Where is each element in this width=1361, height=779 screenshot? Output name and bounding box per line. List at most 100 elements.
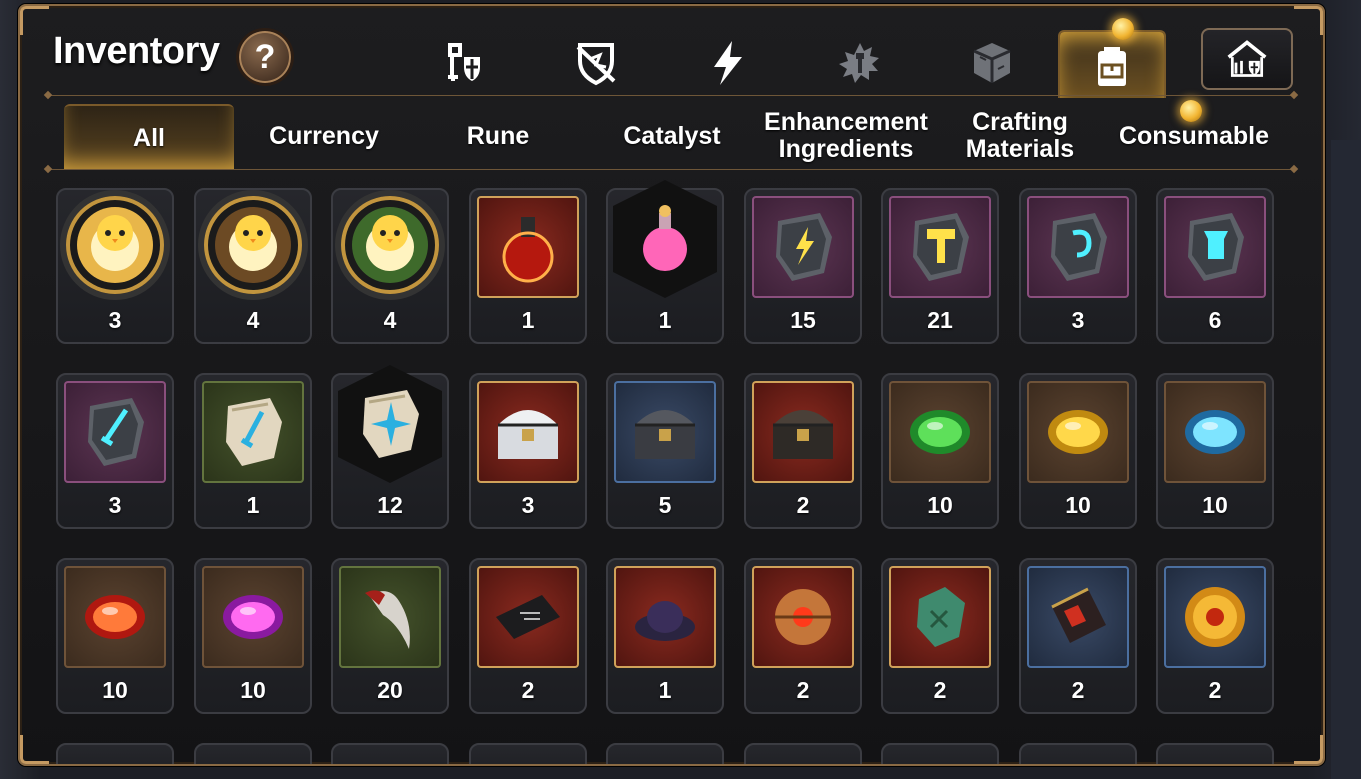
inventory-item-slot[interactable]: 3 [56,373,174,529]
lightning-rune-stone-icon [752,196,854,298]
hammer-rune-stone-icon [889,196,991,298]
tab-skills[interactable] [676,30,780,96]
item-count: 1 [521,307,535,333]
inventory-item-slot[interactable] [331,743,449,764]
blue-gem-icon [1164,381,1266,483]
guild-storage-button[interactable] [1201,28,1293,90]
item-count: 1 [658,307,672,333]
circuit-board-icon [1027,566,1129,668]
inventory-item-slot[interactable]: 4 [194,188,312,344]
inventory-item-slot[interactable]: 1 [606,180,724,344]
item-count: 2 [796,677,810,703]
tab-crafting-materials[interactable]: Crafting Materials [934,104,1106,168]
item-count: 3 [108,492,122,518]
inventory-item-slot[interactable]: 21 [881,188,999,344]
item-count: 3 [521,492,535,518]
inventory-item-slot[interactable]: 15 [744,188,862,344]
inventory-item-slot[interactable] [1156,743,1274,764]
item-count: 12 [377,492,403,518]
item-count: 10 [927,492,953,518]
help-button[interactable]: ? [236,28,294,86]
splash-emblem-icon [839,43,879,83]
backpack-icon [1098,47,1126,86]
item-count: 15 [790,307,816,333]
dark-chest-icon [614,381,716,483]
broken-shield-icon [576,43,616,86]
inventory-item-slot[interactable]: 2 [744,558,862,714]
inventory-item-slot[interactable]: 3 [1019,188,1137,344]
inventory-item-slot[interactable]: 2 [469,558,587,714]
yellow-gem-icon [1027,381,1129,483]
inventory-item-slot[interactable] [469,743,587,764]
frame-corner [1294,6,1323,35]
sword-rune-tablet-icon [202,381,304,483]
tab-knight-equipment[interactable] [412,30,516,96]
item-count: 1 [246,492,260,518]
inventory-item-slot[interactable] [744,743,862,764]
tab-currency[interactable]: Currency [238,104,410,168]
tab-emblems[interactable] [808,30,912,96]
item-count: 3 [108,307,122,333]
inventory-window: Inventory ? All Currency Rune Catalyst E… [18,4,1325,766]
inventory-item-slot[interactable]: 1 [194,373,312,529]
inventory-item-slot[interactable]: 6 [1156,188,1274,344]
inventory-item-slot[interactable]: 2 [1156,558,1274,714]
red-potion-icon [477,196,579,298]
silver-chest-icon [477,381,579,483]
inventory-item-slot[interactable]: 10 [56,558,174,714]
inventory-item-slot[interactable] [56,743,174,764]
page-title: Inventory [53,30,220,72]
background-panel-right [1331,140,1361,779]
inventory-item-slot[interactable]: 20 [331,558,449,714]
tab-rune[interactable]: Rune [412,104,584,168]
inventory-item-slot[interactable]: 2 [744,373,862,529]
inventory-item-slot[interactable]: 1 [469,188,587,344]
tab-inventory[interactable] [1058,30,1166,98]
tab-materials[interactable] [940,30,1044,96]
knight-shield-icon [448,43,480,81]
inventory-item-slot[interactable]: 2 [1019,558,1137,714]
inventory-item-slot[interactable]: 4 [331,188,449,344]
item-count: 2 [1208,677,1222,703]
inventory-item-slot[interactable] [194,743,312,764]
tab-enhancement-ingredients[interactable]: Enhancement Ingredients [760,104,932,168]
inventory-item-slot[interactable]: 10 [194,558,312,714]
item-count: 10 [240,677,266,703]
item-count: 2 [933,677,947,703]
item-count: 4 [246,307,260,333]
swirl-rune-stone-icon [1027,196,1129,298]
golden-chick-token-icon [66,196,164,294]
item-count: 3 [1071,307,1085,333]
header-divider [48,95,1294,96]
inventory-item-slot[interactable]: 5 [606,373,724,529]
inventory-item-slot[interactable]: 10 [1019,373,1137,529]
inventory-item-slot[interactable]: 2 [881,558,999,714]
tab-consumable[interactable]: Consumable [1108,104,1280,168]
tab-catalyst[interactable]: Catalyst [586,104,758,168]
inventory-item-slot[interactable]: 3 [56,188,174,344]
inventory-item-slot[interactable] [1019,743,1137,764]
item-count: 4 [383,307,397,333]
item-count: 10 [102,677,128,703]
treasure-chest-icon [752,381,854,483]
inventory-item-slot[interactable]: 10 [881,373,999,529]
inventory-item-slot[interactable]: 1 [606,558,724,714]
item-count: 10 [1065,492,1091,518]
tab-broken-gear[interactable] [544,30,648,96]
item-count: 10 [1202,492,1228,518]
item-count: 20 [377,677,403,703]
item-count: 2 [1071,677,1085,703]
inventory-item-slot[interactable]: 10 [1156,373,1274,529]
inventory-item-slot[interactable] [881,743,999,764]
inventory-item-slot[interactable]: 3 [469,373,587,529]
item-count: 5 [658,492,672,518]
inventory-item-slot[interactable] [606,743,724,764]
beast-claw-icon [339,566,441,668]
tab-all[interactable]: All [64,104,234,170]
item-count: 21 [927,307,953,333]
item-count: 1 [658,677,672,703]
inventory-item-slot[interactable]: 12 [331,365,449,529]
frame-corner [1294,735,1323,764]
lightning-icon [714,41,742,85]
item-count: 2 [796,492,810,518]
